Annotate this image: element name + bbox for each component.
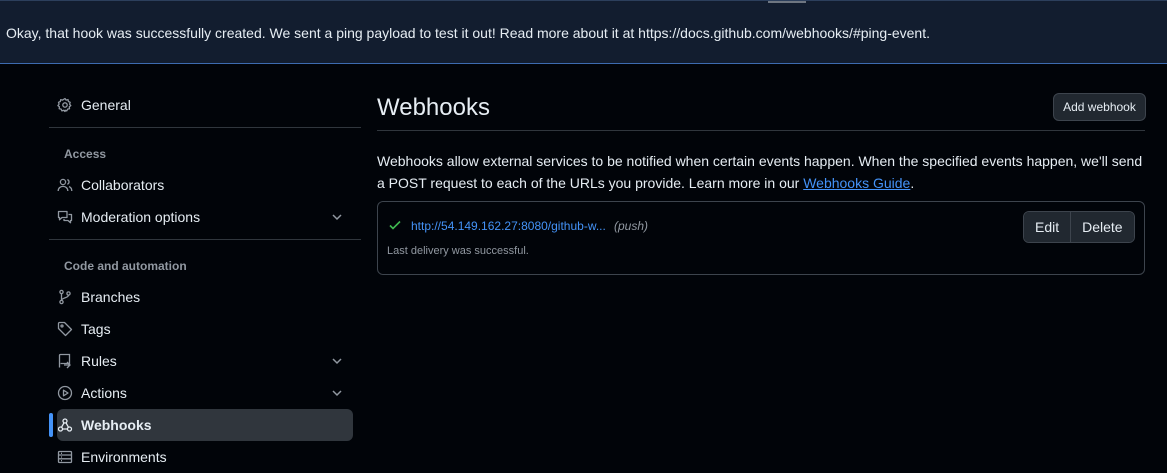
sidebar-item-rules[interactable]: Rules	[57, 345, 353, 377]
repo-push-icon	[57, 353, 73, 369]
description-text: Webhooks allow external services to be n…	[377, 153, 1143, 191]
server-icon	[57, 449, 73, 465]
sidebar-item-label: Environments	[81, 449, 167, 465]
description-suffix: .	[910, 175, 915, 191]
webhooks-description: Webhooks allow external services to be n…	[377, 150, 1145, 194]
people-icon	[57, 177, 73, 193]
sidebar-item-label: General	[81, 97, 131, 113]
delete-button[interactable]: Delete	[1071, 212, 1134, 242]
sidebar-item-label: Tags	[81, 321, 111, 337]
comment-discussion-icon	[57, 209, 73, 225]
sidebar-item-label: Collaborators	[81, 177, 165, 193]
sidebar-item-webhooks[interactable]: Webhooks	[57, 409, 353, 441]
active-indicator	[49, 413, 53, 437]
sidebar-item-label: Actions	[81, 385, 127, 401]
sidebar-item-label: Moderation options	[81, 209, 201, 225]
sidebar-item-label: Branches	[81, 289, 141, 305]
gear-icon	[57, 97, 73, 113]
webhook-url-link[interactable]: http://54.149.162.27:8080/github-w...	[411, 219, 606, 233]
webhook-actions: Edit Delete	[1023, 211, 1135, 243]
sidebar-item-collaborators[interactable]: Collaborators	[57, 169, 353, 201]
webhook-list-item: http://54.149.162.27:8080/github-w... (p…	[377, 201, 1145, 275]
chevron-down-icon[interactable]	[329, 353, 345, 369]
section-heading-access: Access	[64, 147, 107, 161]
sidebar-item-tags[interactable]: Tags	[57, 313, 353, 345]
sidebar-item-general[interactable]: General	[57, 89, 353, 121]
flash-message: Okay, that hook was successfully created…	[6, 25, 930, 41]
git-branch-icon	[57, 289, 73, 305]
delivery-status: Last delivery was successful.	[387, 245, 529, 257]
webhooks-guide-link[interactable]: Webhooks Guide	[803, 175, 910, 191]
check-icon	[389, 220, 401, 230]
chevron-down-icon[interactable]	[329, 385, 345, 401]
flash-banner: Okay, that hook was successfully created…	[0, 0, 1167, 64]
webhook-icon	[57, 417, 73, 433]
play-icon	[57, 385, 73, 401]
title-divider	[377, 130, 1145, 131]
chevron-down-icon[interactable]	[329, 209, 345, 225]
sidebar-item-moderation-options[interactable]: Moderation options	[57, 201, 353, 233]
flash-accent-line	[768, 1, 806, 3]
webhook-event: (push)	[614, 219, 649, 233]
sidebar-item-label: Webhooks	[81, 417, 152, 433]
tag-icon	[57, 321, 73, 337]
sidebar-item-actions[interactable]: Actions	[57, 377, 353, 409]
sidebar-item-branches[interactable]: Branches	[57, 281, 353, 313]
edit-button[interactable]: Edit	[1024, 212, 1071, 242]
sidebar-item-label: Rules	[81, 353, 117, 369]
sidebar-divider	[49, 127, 361, 128]
section-heading-code-and-automation: Code and automation	[64, 259, 187, 273]
sidebar-divider	[49, 239, 361, 240]
sidebar-item-environments[interactable]: Environments	[57, 441, 353, 473]
add-webhook-button[interactable]: Add webhook	[1053, 93, 1146, 121]
page-title: Webhooks	[377, 94, 490, 121]
